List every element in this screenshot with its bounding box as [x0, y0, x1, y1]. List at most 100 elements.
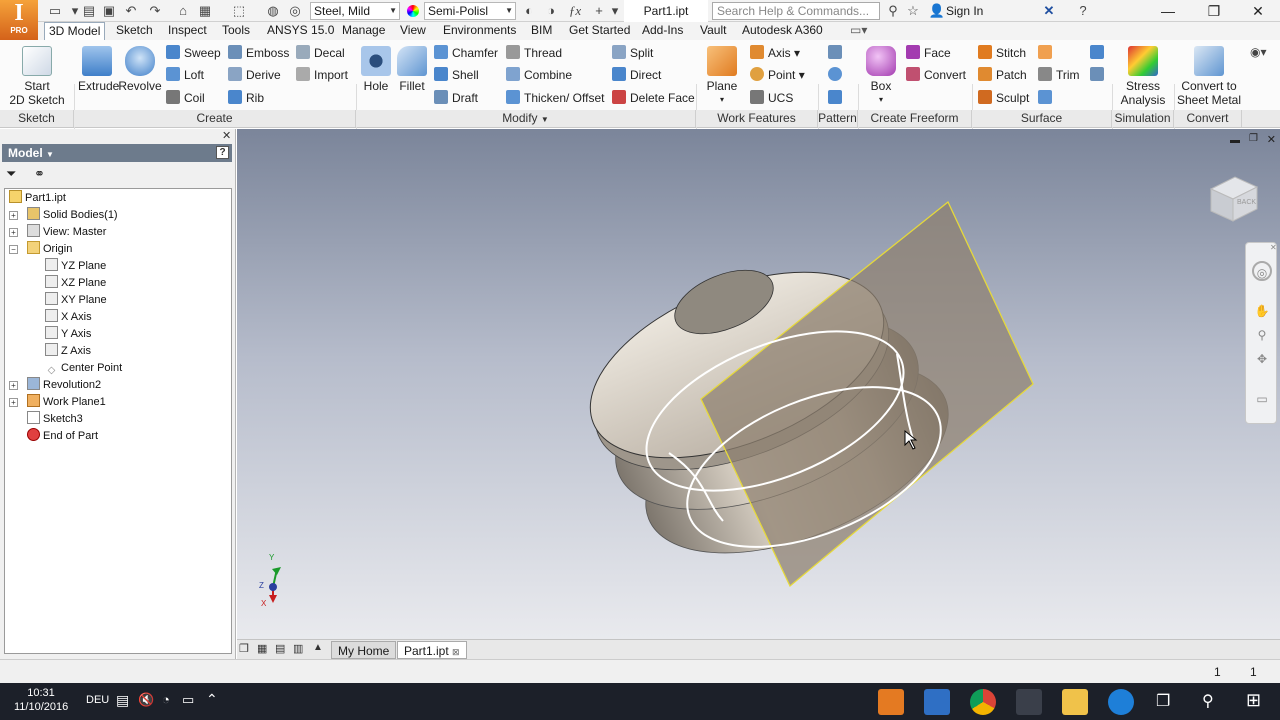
delete-face-button[interactable]: Delete Face: [612, 88, 695, 108]
sign-in-link[interactable]: Sign In: [946, 2, 983, 20]
tab-get-started[interactable]: Get Started: [565, 22, 634, 40]
tab-ansys[interactable]: ANSYS 15.0: [263, 22, 338, 40]
sculpt-button[interactable]: Sculpt: [978, 88, 1029, 108]
restore-button[interactable]: ❐: [1194, 0, 1234, 22]
shell-button[interactable]: Shell: [434, 65, 479, 85]
tree-node-z-axis[interactable]: Z Axis: [45, 343, 91, 360]
tree-node-center-point[interactable]: ◇ Center Point: [45, 360, 123, 377]
tab-autodesk-a360[interactable]: Autodesk A360: [738, 22, 827, 40]
tab-inspect[interactable]: Inspect: [164, 22, 211, 40]
tab-vault[interactable]: Vault: [696, 22, 730, 40]
save-icon[interactable]: ▣: [100, 2, 118, 20]
orbit-icon[interactable]: ✥: [1252, 349, 1272, 369]
clear-appearance-icon[interactable]: ◐: [520, 2, 538, 20]
point-button[interactable]: Point ▾: [750, 65, 805, 85]
redo-icon[interactable]: ↷: [146, 2, 164, 20]
start-2d-sketch-button[interactable]: Start 2D Sketch: [8, 46, 66, 107]
ruled-surface-button[interactable]: [1038, 43, 1056, 63]
circular-pattern-button[interactable]: [828, 65, 846, 85]
tree-node-xz-plane[interactable]: XZ Plane: [45, 275, 106, 292]
exchange-icon[interactable]: ✕: [1040, 2, 1058, 20]
tab-part1[interactable]: Part1.ipt ⊠: [397, 641, 467, 659]
network-icon[interactable]: ◔: [162, 692, 170, 707]
split-button[interactable]: Split: [612, 43, 653, 63]
binoculars-icon[interactable]: ⚲: [884, 2, 902, 20]
loft-button[interactable]: Loft: [166, 65, 204, 85]
plane-button[interactable]: Plane ▾: [702, 46, 742, 107]
help-icon[interactable]: ?: [1074, 2, 1092, 20]
rectangular-pattern-button[interactable]: [828, 43, 846, 63]
color-wheel-icon[interactable]: ◍: [264, 2, 282, 20]
combine-button[interactable]: Combine: [506, 65, 572, 85]
hole-button[interactable]: Hole: [360, 46, 392, 93]
tab-view[interactable]: View: [396, 22, 430, 40]
revolve-button[interactable]: Revolve: [118, 46, 162, 93]
store-icon[interactable]: [1016, 689, 1042, 715]
language-indicator[interactable]: DEU: [86, 694, 109, 706]
tree-node-sketch3[interactable]: Sketch3: [27, 411, 83, 428]
patch-button[interactable]: Patch: [978, 65, 1027, 85]
edge-icon[interactable]: [1108, 689, 1134, 715]
help-icon[interactable]: ?: [216, 146, 229, 159]
look-at-icon[interactable]: ▭: [1252, 389, 1272, 409]
close-icon[interactable]: ⊠: [452, 647, 460, 657]
sweep-button[interactable]: Sweep: [166, 43, 221, 63]
panel-modify[interactable]: Modify ▼: [356, 110, 696, 127]
cascade-icon[interactable]: ❐: [239, 642, 249, 655]
chamfer-button[interactable]: Chamfer: [434, 43, 498, 63]
project-icon[interactable]: ▦: [196, 2, 214, 20]
expand-icon[interactable]: +: [9, 398, 18, 407]
volume-muted-icon[interactable]: 🔇: [138, 692, 154, 708]
stitch-button[interactable]: Stitch: [978, 43, 1026, 63]
mirror-button[interactable]: [828, 88, 846, 108]
browser-header[interactable]: Model ▼ ?: [2, 144, 232, 162]
draft-button[interactable]: Draft: [434, 88, 478, 108]
box-button[interactable]: Box ▾: [862, 46, 900, 107]
tree-node-xy-plane[interactable]: XY Plane: [45, 292, 107, 309]
globe-icon[interactable]: ◎: [286, 2, 304, 20]
expand-icon[interactable]: +: [9, 211, 18, 220]
plane-taskbar-icon[interactable]: [924, 689, 950, 715]
file-explorer-icon[interactable]: [1062, 689, 1088, 715]
pan-icon[interactable]: ✋: [1252, 301, 1272, 321]
minimize-button[interactable]: —: [1148, 0, 1188, 22]
star-icon[interactable]: ☆: [904, 2, 922, 20]
tab-manage[interactable]: Manage: [338, 22, 389, 40]
trim-button[interactable]: Trim: [1038, 65, 1080, 85]
graphics-viewport[interactable]: ▬ ❐ ✕ BACK ✕ ◎ ✋ ⚲ ✥ ▭ Y Z X: [237, 129, 1280, 639]
direct-button[interactable]: Direct: [612, 65, 661, 85]
search-icon[interactable]: ⚲: [1202, 691, 1214, 711]
app-logo[interactable]: I PRO: [0, 0, 38, 40]
appearance-select[interactable]: Semi-Polisl ▼: [424, 2, 516, 20]
inventor-taskbar-icon[interactable]: [878, 689, 904, 715]
axis-button[interactable]: Axis ▾: [750, 43, 800, 63]
fx-icon[interactable]: ƒx: [566, 2, 584, 20]
expand-icon[interactable]: +: [9, 381, 18, 390]
tab-add-ins[interactable]: Add-Ins: [638, 22, 687, 40]
face-button[interactable]: Face: [906, 43, 951, 63]
close-button[interactable]: ✕: [1238, 0, 1278, 22]
tab-bim[interactable]: BIM: [527, 22, 556, 40]
thread-button[interactable]: Thread: [506, 43, 562, 63]
tab-my-home[interactable]: My Home: [331, 641, 397, 659]
close-icon[interactable]: ✕: [222, 129, 231, 142]
collapse-icon[interactable]: −: [9, 245, 18, 254]
search-input[interactable]: Search Help & Commands...: [712, 2, 880, 20]
rib-button[interactable]: Rib: [228, 88, 264, 108]
customize-icon[interactable]: ▾: [606, 2, 624, 20]
select-icon[interactable]: ⬚: [230, 2, 248, 20]
tree-node-yz-plane[interactable]: YZ Plane: [45, 258, 106, 275]
import-button[interactable]: Import: [296, 65, 348, 85]
tree-node-work-plane1[interactable]: Work Plane1: [27, 394, 106, 411]
adjust-icon[interactable]: ◑: [542, 2, 560, 20]
nav-close-icon[interactable]: ✕: [1270, 243, 1277, 252]
tile-icon[interactable]: ▦: [257, 642, 267, 655]
windows-start-icon[interactable]: ⊞: [1246, 690, 1261, 711]
chevron-up-icon[interactable]: ⌃: [206, 691, 218, 708]
tab-sketch[interactable]: Sketch: [112, 22, 157, 40]
stress-analysis-button[interactable]: Stress Analysis: [1116, 46, 1170, 107]
tree-node-y-axis[interactable]: Y Axis: [45, 326, 91, 343]
ucs-button[interactable]: UCS: [750, 88, 793, 108]
binoculars-icon[interactable]: ⚭: [34, 166, 45, 182]
emboss-button[interactable]: Emboss: [228, 43, 289, 63]
